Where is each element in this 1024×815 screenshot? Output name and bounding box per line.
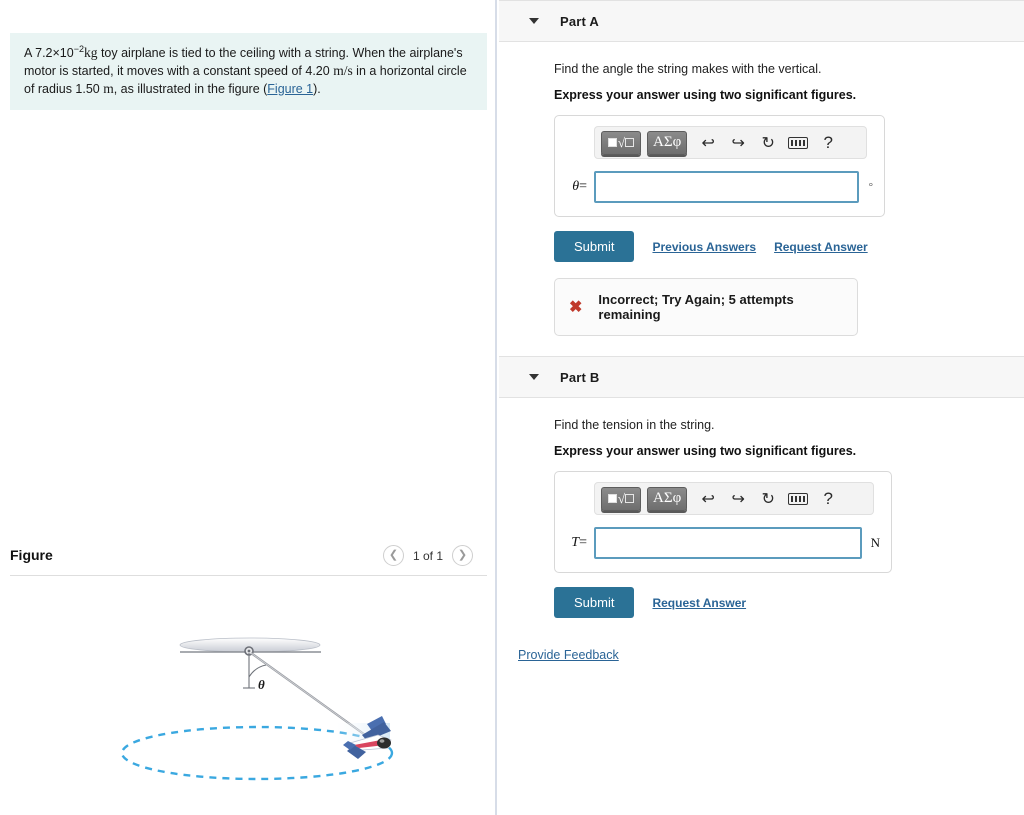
part-b-header[interactable]: Part B <box>499 356 1024 398</box>
part-a-unit-degrees: ° <box>868 181 873 193</box>
figure-divider <box>10 575 487 576</box>
part-a-label: Part A <box>560 13 600 29</box>
part-b-math-toolbar: √ ΑΣφ ↩ ↪ ↻ ? <box>594 482 874 515</box>
caret-down-icon[interactable] <box>529 18 539 24</box>
angle-arc <box>248 664 267 678</box>
problem-mass-unit: kg <box>83 45 98 61</box>
part-b-field-label: T= <box>566 535 594 551</box>
problem-page: A 7.2×10−2kg toy airplane is tied to the… <box>0 0 1024 815</box>
part-a-actions: Submit Previous Answers Request Answer <box>554 231 1024 262</box>
angle-theta-label: θ <box>258 677 265 692</box>
provide-feedback-link[interactable]: Provide Feedback <box>518 648 619 662</box>
tension-symbol: T <box>571 535 580 550</box>
problem-text-part4: ). <box>313 81 321 96</box>
problem-text-lead: A <box>24 46 36 61</box>
part-a-header[interactable]: Part A <box>499 0 1024 42</box>
sqrt-template-button[interactable]: √ <box>601 130 641 155</box>
part-a-feedback-banner: ✖ Incorrect; Try Again; 5 attempts remai… <box>554 278 858 336</box>
part-a-field-row: θ= ° <box>566 171 873 203</box>
keyboard-icon[interactable] <box>783 130 813 156</box>
part-b-request-answer-link[interactable]: Request Answer <box>652 596 746 610</box>
part-a-previous-answers-link[interactable]: Previous Answers <box>652 240 756 254</box>
figure-illustration: θ <box>10 585 487 805</box>
problem-mass-exponent: −2 <box>73 44 84 54</box>
part-b-prompt: Find the tension in the string. <box>554 418 715 432</box>
chevron-left-icon[interactable]: ❮ <box>382 545 404 566</box>
part-b-unit-newtons: N <box>870 535 880 550</box>
undo-arrow-icon[interactable]: ↩ <box>693 486 723 512</box>
greek-symbols-button[interactable]: ΑΣφ <box>647 486 688 511</box>
help-icon[interactable]: ? <box>813 486 843 512</box>
anchor-center-dot <box>247 649 251 653</box>
sqrt-template-button[interactable]: √ <box>601 486 641 511</box>
figure-pager: ❮ 1 of 1 ❯ <box>382 545 473 566</box>
figure-page-count: 1 of 1 <box>412 548 443 563</box>
keyboard-icon[interactable] <box>783 486 813 512</box>
part-b-field-row: T= N <box>566 527 880 559</box>
problem-speed-unit: m/s <box>333 62 353 78</box>
part-a-field-label: θ= <box>566 179 594 195</box>
part-b-answer-box: √ ΑΣφ ↩ ↪ ↻ ? T= N <box>554 471 892 573</box>
reset-circular-arrow-icon[interactable]: ↻ <box>753 486 783 512</box>
part-b-label: Part B <box>560 369 600 385</box>
part-a-request-answer-link[interactable]: Request Answer <box>774 240 868 254</box>
part-a-feedback-text: Incorrect; Try Again; 5 attempts remaini… <box>598 292 794 322</box>
greek-symbols-button[interactable]: ΑΣφ <box>647 130 688 155</box>
figure-header: Figure ❮ 1 of 1 ❯ <box>10 543 487 575</box>
right-pane: Part A Find the angle the string makes w… <box>499 0 1024 815</box>
reset-circular-arrow-icon[interactable]: ↻ <box>753 130 783 156</box>
part-b-actions: Submit Request Answer <box>554 587 1024 618</box>
figure-title: Figure <box>10 547 53 563</box>
part-a-math-toolbar: √ ΑΣφ ↩ ↪ ↻ ? <box>594 126 867 159</box>
problem-mass-value: 7.2×10 <box>35 46 74 61</box>
part-b-submit-button[interactable]: Submit <box>554 587 635 618</box>
equals-sign: = <box>579 535 587 550</box>
nose-highlight <box>379 739 385 743</box>
x-mark-icon: ✖ <box>569 299 583 316</box>
problem-text-part3: , as illustrated in the figure ( <box>113 81 268 96</box>
redo-arrow-icon[interactable]: ↪ <box>723 130 753 156</box>
problem-statement: A 7.2×10−2kg toy airplane is tied to the… <box>10 33 487 111</box>
help-icon[interactable]: ? <box>813 130 843 156</box>
part-b-express: Express your answer using two significan… <box>554 444 857 458</box>
part-a-body: Find the angle the string makes with the… <box>499 62 1024 336</box>
part-b-body: Find the tension in the string. Express … <box>499 418 1024 618</box>
figure-1-link[interactable]: Figure 1 <box>267 82 313 96</box>
part-a-express: Express your answer using two significan… <box>554 88 857 102</box>
undo-arrow-icon[interactable]: ↩ <box>693 130 723 156</box>
airplane-circular-motion-diagram: θ <box>120 637 394 781</box>
part-a-answer-input[interactable] <box>594 171 859 203</box>
part-a-answer-box: √ ΑΣφ ↩ ↪ ↻ ? θ= ° <box>554 115 885 217</box>
redo-arrow-icon[interactable]: ↪ <box>723 486 753 512</box>
problem-radius-unit: m <box>103 80 114 96</box>
part-b-answer-input[interactable] <box>594 527 862 559</box>
caret-down-icon[interactable] <box>529 374 539 380</box>
part-a-prompt: Find the angle the string makes with the… <box>554 62 822 76</box>
part-a-submit-button[interactable]: Submit <box>554 231 635 262</box>
left-pane: A 7.2×10−2kg toy airplane is tied to the… <box>0 0 497 815</box>
airplane-nose-cone <box>377 737 391 749</box>
chevron-right-icon[interactable]: ❯ <box>452 545 473 566</box>
equals-sign: = <box>579 179 587 194</box>
